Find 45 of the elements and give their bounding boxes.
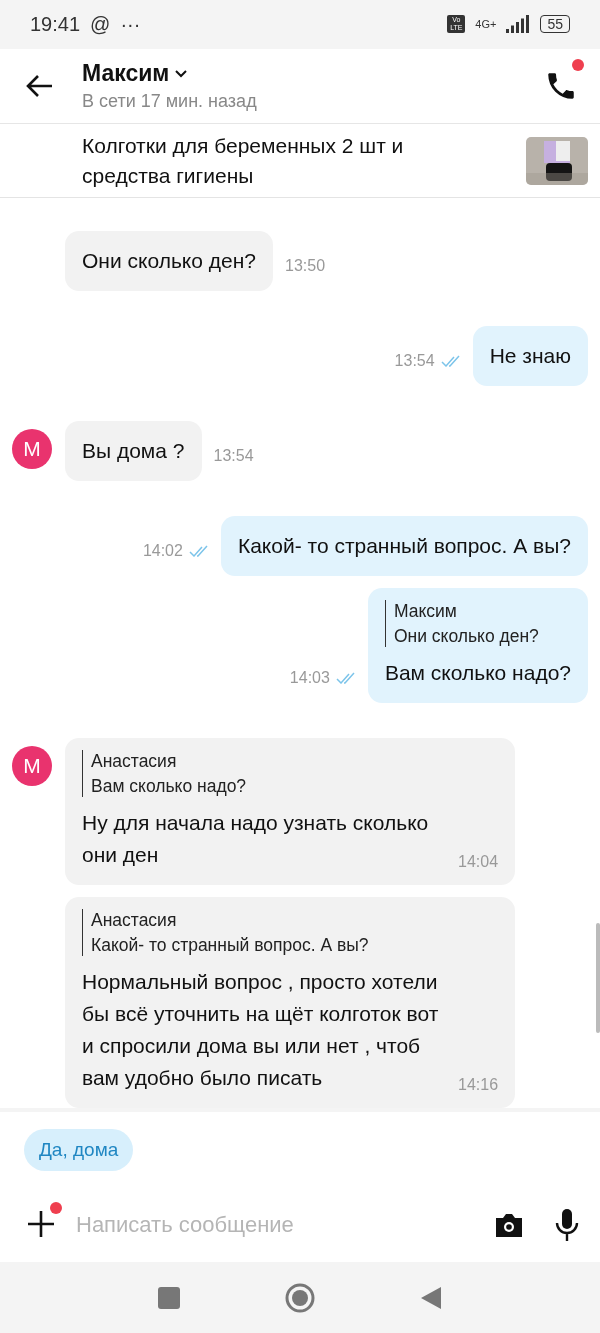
message-time: 13:54 [394,352,435,371]
message-text: Какой- то странный вопрос. А вы? [237,533,571,560]
message-text: Не знаю [489,343,571,370]
network-type: 4G+ [475,18,497,31]
contact-name[interactable]: Максим [82,60,170,87]
received-message[interactable]: Вы дома ? [65,421,202,482]
message-text: Они сколько ден? [82,248,256,275]
message-time: 14:16 [458,1076,499,1095]
camera-button[interactable] [494,1211,524,1240]
quote-text: Какой- то странный вопрос. А вы? [91,934,370,957]
product-title[interactable]: Колготки для беременных 2 шт и средства гигиены [82,130,482,191]
signal-icon [506,15,531,34]
message-text: Ну для начала надо узнать сколько они ден [82,810,430,869]
back-button[interactable] [26,74,54,98]
quote-author: Анастасия [91,750,178,773]
back-nav-button[interactable] [420,1285,442,1310]
message-text: Вы дома ? [82,438,185,465]
chevron-down-icon[interactable] [175,69,188,78]
message-time: 13:54 [213,447,254,465]
home-button[interactable] [285,1282,315,1313]
message-time: 14:02 [142,542,183,561]
quote-text: Они сколько ден? [393,625,540,648]
sent-message[interactable]: Не знаю [472,326,588,387]
received-message[interactable]: Они сколько ден? [65,231,273,292]
message-time: 14:04 [458,853,499,872]
online-status: В сети 17 мин. назад [82,91,258,112]
clock-time: 19:41 [30,12,81,36]
microphone-button[interactable] [554,1208,580,1243]
received-message[interactable]: Анастасия Вам сколько надо? Ну для начала надо узнать сколько они ден 14:04 [65,738,516,886]
message-time: 14:03 [289,669,330,688]
received-message[interactable]: Анастасия Какой- то странный вопрос. А вы? Нормальный вопрос , просто хотели бы всё уточнить на щёт колготок вот и спросили дома вы или нет , чтоб вам удобно было писать 14:16 [65,897,516,1109]
at-sign: @ [90,12,111,36]
quote-author: Анастасия [91,909,178,932]
recent-apps-button[interactable] [158,1286,180,1309]
message-text: Вам сколько надо? [384,660,571,687]
more-dots: ··· [120,12,141,36]
quote-author: Максим [393,600,458,623]
sent-message[interactable]: Какой- то странный вопрос. А вы? [220,516,588,577]
avatar[interactable]: М [12,746,52,787]
quote-text: Вам сколько надо? [91,775,248,798]
sent-message[interactable]: Максим Они сколько ден? Вам сколько надо? [367,588,588,704]
battery-level: 55 [540,15,570,34]
avatar[interactable]: М [12,429,52,470]
message-time: 13:50 [285,257,326,275]
message-text: Нормальный вопрос , просто хотели бы всё уточнить на щёт колготок вот и спросили дома вы или нет , чтоб вам удобно было писать [82,969,440,1092]
